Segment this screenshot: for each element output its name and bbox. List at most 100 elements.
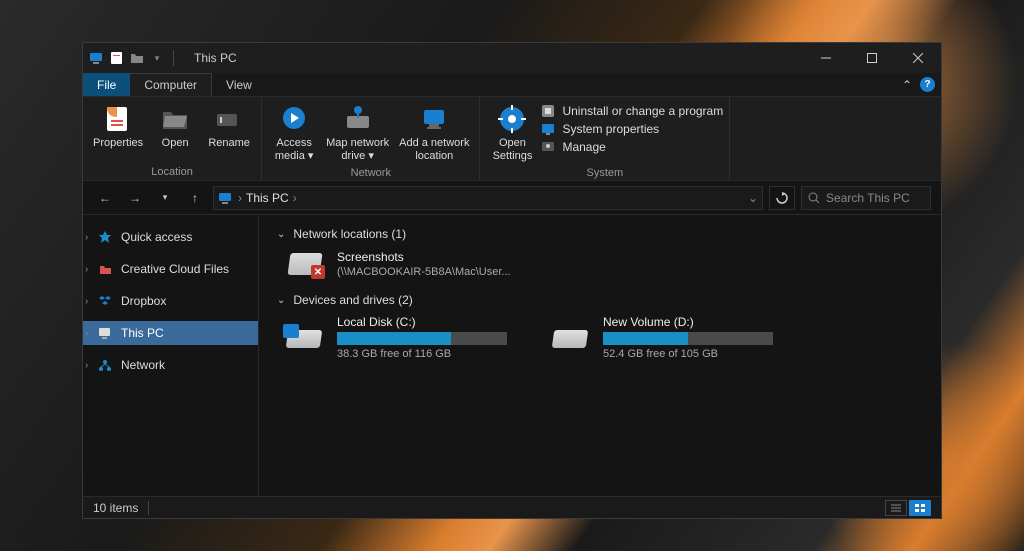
section-header-label: Devices and drives (2) bbox=[293, 293, 412, 307]
section-devices-drives[interactable]: ⌄ Devices and drives (2) bbox=[277, 293, 923, 307]
collapse-icon[interactable]: ⌄ bbox=[277, 229, 285, 240]
status-item-count: 10 items bbox=[93, 501, 138, 515]
drive-usage-bar bbox=[603, 332, 773, 345]
sidebar-item-label: Quick access bbox=[121, 230, 192, 244]
search-box[interactable]: Search This PC bbox=[801, 186, 931, 210]
network-drive-disconnected-icon: ✕ bbox=[283, 249, 325, 279]
help-icon[interactable]: ? bbox=[920, 77, 935, 92]
sidebar-item-this-pc[interactable]: › This PC bbox=[83, 321, 258, 345]
this-pc-sidebar-icon bbox=[97, 325, 113, 341]
up-button[interactable]: ↑ bbox=[183, 186, 207, 210]
expand-icon[interactable]: › bbox=[85, 264, 88, 275]
sidebar-item-creative-cloud[interactable]: › Creative Cloud Files bbox=[83, 257, 258, 281]
properties-button[interactable]: Properties bbox=[89, 101, 147, 164]
window-title: This PC bbox=[194, 51, 237, 65]
details-view-button[interactable] bbox=[885, 500, 907, 516]
sidebar-item-label: Creative Cloud Files bbox=[121, 262, 229, 276]
sidebar-item-dropbox[interactable]: › Dropbox bbox=[83, 289, 258, 313]
local-disk-icon bbox=[283, 324, 325, 352]
local-disk-icon bbox=[549, 324, 591, 352]
back-button[interactable]: ← bbox=[93, 186, 117, 210]
uninstall-program-button[interactable]: Uninstall or change a program bbox=[540, 103, 723, 119]
this-pc-breadcrumb-icon bbox=[218, 190, 234, 206]
ribbon-group-location: Properties Open Rename Location bbox=[83, 97, 262, 180]
ribbon-group-network-label: Network bbox=[268, 165, 473, 181]
system-properties-button[interactable]: System properties bbox=[540, 121, 723, 137]
system-props-icon bbox=[540, 121, 556, 137]
network-location-path: (\\MACBOOKAIR-5B8A\Mac\User... bbox=[337, 266, 511, 278]
drive-usage-bar bbox=[337, 332, 507, 345]
network-location-item[interactable]: ✕ Screenshots (\\MACBOOKAIR-5B8A\Mac\Use… bbox=[283, 249, 923, 279]
address-bar[interactable]: › This PC › ⌄ bbox=[213, 186, 763, 210]
folder-qat-icon[interactable] bbox=[129, 50, 145, 66]
access-media-button[interactable]: Access media ▾ bbox=[268, 101, 320, 165]
ribbon-group-location-label: Location bbox=[89, 164, 255, 180]
section-network-locations[interactable]: ⌄ Network locations (1) bbox=[277, 227, 923, 241]
manage-icon bbox=[540, 139, 556, 155]
quick-access-toolbar: ▾ bbox=[89, 50, 178, 66]
expand-icon[interactable]: › bbox=[85, 296, 88, 307]
drive-name: Local Disk (C:) bbox=[337, 315, 507, 329]
divider bbox=[148, 501, 149, 515]
uninstall-icon bbox=[540, 103, 556, 119]
maximize-button[interactable] bbox=[849, 43, 895, 73]
tab-view[interactable]: View bbox=[212, 73, 266, 96]
navigation-bar: ← → ▾ ↑ › This PC › ⌄ Search This PC bbox=[83, 181, 941, 215]
sidebar-item-network[interactable]: › Network bbox=[83, 353, 258, 377]
rename-button[interactable]: Rename bbox=[203, 101, 255, 164]
ribbon-tabs: File Computer View ⌃ ? bbox=[83, 73, 941, 97]
quick-access-icon bbox=[97, 229, 113, 245]
ribbon: Properties Open Rename Location Access m… bbox=[83, 97, 941, 181]
tab-computer[interactable]: Computer bbox=[130, 73, 212, 96]
navigation-pane[interactable]: › Quick access › Creative Cloud Files › … bbox=[83, 215, 259, 496]
map-network-drive-button[interactable]: Map network drive ▾ bbox=[322, 101, 393, 165]
close-button[interactable] bbox=[895, 43, 941, 73]
search-placeholder: Search This PC bbox=[826, 191, 910, 205]
add-network-location-button[interactable]: Add a network location bbox=[395, 101, 473, 165]
drive-free-text: 52.4 GB free of 105 GB bbox=[603, 348, 773, 360]
forward-button[interactable]: → bbox=[123, 186, 147, 210]
dropbox-icon bbox=[97, 293, 113, 309]
window-controls bbox=[803, 43, 941, 73]
drive-c[interactable]: Local Disk (C:) 38.3 GB free of 116 GB bbox=[283, 315, 507, 360]
search-icon bbox=[808, 192, 820, 204]
drive-free-text: 38.3 GB free of 116 GB bbox=[337, 348, 507, 360]
open-settings-button[interactable]: Open Settings bbox=[486, 101, 538, 165]
divider bbox=[173, 50, 174, 66]
thumbnails-view-button[interactable] bbox=[909, 500, 931, 516]
main-content: ⌄ Network locations (1) ✕ Screenshots (\… bbox=[259, 215, 941, 496]
address-dropdown-icon[interactable]: ⌄ bbox=[748, 191, 758, 205]
expand-icon[interactable]: › bbox=[85, 328, 88, 339]
open-button[interactable]: Open bbox=[149, 101, 201, 164]
view-switcher bbox=[885, 500, 931, 516]
expand-icon[interactable]: › bbox=[85, 360, 88, 371]
sidebar-item-label: This PC bbox=[121, 326, 164, 340]
this-pc-icon bbox=[89, 50, 105, 66]
explorer-body: › Quick access › Creative Cloud Files › … bbox=[83, 215, 941, 496]
sidebar-item-quick-access[interactable]: › Quick access bbox=[83, 225, 258, 249]
properties-qat-icon[interactable] bbox=[109, 50, 125, 66]
drive-d[interactable]: New Volume (D:) 52.4 GB free of 105 GB bbox=[549, 315, 773, 360]
breadcrumb-this-pc[interactable]: This PC bbox=[246, 191, 289, 205]
refresh-button[interactable] bbox=[769, 186, 795, 210]
network-location-title: Screenshots bbox=[337, 250, 511, 264]
minimize-button[interactable] bbox=[803, 43, 849, 73]
network-icon bbox=[97, 357, 113, 373]
manage-button[interactable]: Manage bbox=[540, 139, 723, 155]
file-explorer-window: ▾ This PC File Computer View ⌃ ? Propert… bbox=[82, 42, 942, 519]
tab-file[interactable]: File bbox=[83, 73, 130, 96]
ribbon-group-system-label: System bbox=[486, 165, 723, 181]
creative-cloud-icon bbox=[97, 261, 113, 277]
titlebar: ▾ This PC bbox=[83, 43, 941, 73]
recent-locations-button[interactable]: ▾ bbox=[153, 186, 177, 210]
qat-dropdown-icon[interactable]: ▾ bbox=[149, 50, 165, 66]
collapse-icon[interactable]: ⌄ bbox=[277, 295, 285, 306]
status-bar: 10 items bbox=[83, 496, 941, 518]
drive-name: New Volume (D:) bbox=[603, 315, 773, 329]
ribbon-group-system: Open Settings Uninstall or change a prog… bbox=[480, 97, 730, 180]
ribbon-group-network: Access media ▾ Map network drive ▾ Add a… bbox=[262, 97, 480, 180]
minimize-ribbon-icon[interactable]: ⌃ bbox=[902, 78, 912, 92]
section-header-label: Network locations (1) bbox=[293, 227, 406, 241]
expand-icon[interactable]: › bbox=[85, 232, 88, 243]
sidebar-item-label: Network bbox=[121, 358, 165, 372]
